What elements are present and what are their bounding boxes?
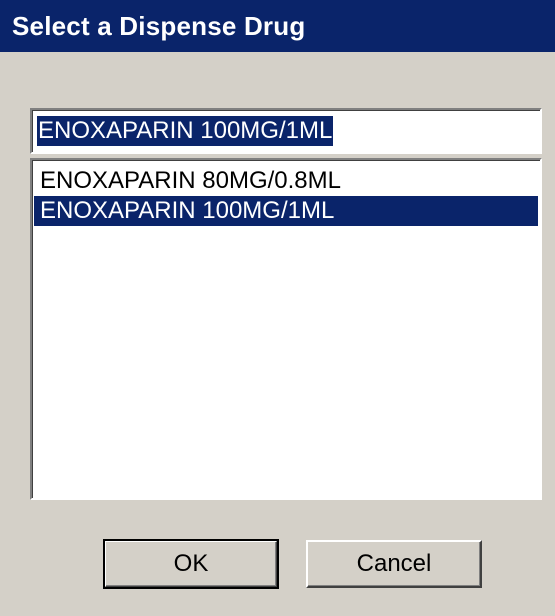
list-item[interactable]: ENOXAPARIN 80MG/0.8ML — [34, 166, 538, 196]
ok-button[interactable]: OK — [103, 539, 279, 589]
drug-list[interactable]: ENOXAPARIN 80MG/0.8ML ENOXAPARIN 100MG/1… — [30, 158, 542, 500]
select-dispense-drug-dialog: Select a Dispense Drug ENOXAPARIN 100MG/… — [0, 0, 555, 616]
drug-search-input[interactable]: ENOXAPARIN 100MG/1ML — [30, 108, 542, 154]
window-title: Select a Dispense Drug — [12, 10, 306, 41]
list-item-selected[interactable]: ENOXAPARIN 100MG/1ML — [34, 196, 538, 226]
drug-search-value: ENOXAPARIN 100MG/1ML — [37, 116, 334, 146]
title-bar[interactable]: Select a Dispense Drug — [0, 0, 555, 52]
cancel-button[interactable]: Cancel — [306, 540, 482, 588]
